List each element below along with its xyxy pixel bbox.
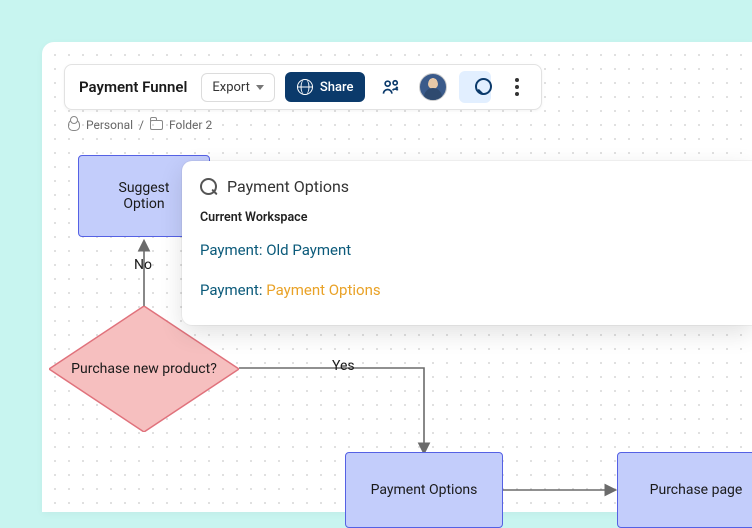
- share-button[interactable]: Share: [285, 72, 366, 102]
- person-icon: [68, 119, 80, 131]
- breadcrumb: Personal / Folder 2: [68, 118, 212, 132]
- folder-icon: [150, 120, 163, 130]
- breadcrumb-sep: /: [139, 118, 144, 132]
- decision-label: Purchase new product?: [71, 361, 217, 377]
- collaborators-icon: [381, 77, 401, 97]
- share-label: Share: [320, 80, 354, 95]
- collaborators-button[interactable]: [375, 71, 407, 103]
- avatar: [419, 73, 447, 101]
- avatar-button[interactable]: [417, 71, 449, 103]
- result-prefix: Payment:: [200, 241, 266, 259]
- result-prefix: Payment:: [200, 281, 266, 299]
- search-icon: [466, 78, 484, 96]
- breadcrumb-folder[interactable]: Folder 2: [169, 118, 212, 132]
- search-result[interactable]: Payment: Payment Options: [200, 281, 730, 299]
- more-menu-button[interactable]: [501, 71, 533, 103]
- page-title: Payment Funnel: [79, 78, 187, 96]
- edge-label-yes: Yes: [332, 358, 355, 374]
- node-payment-options[interactable]: Payment Options: [345, 452, 503, 528]
- search-result[interactable]: Payment: Old Payment: [200, 241, 730, 259]
- toolbar: Payment Funnel Export Share: [64, 64, 542, 110]
- export-button[interactable]: Export: [201, 73, 275, 102]
- search-icon: [200, 178, 217, 195]
- export-label: Export: [212, 80, 250, 95]
- more-icon: [515, 78, 519, 96]
- globe-icon: [297, 79, 313, 95]
- chevron-down-icon: [256, 85, 264, 90]
- search-panel: Current Workspace Payment: Old Payment P…: [182, 161, 752, 325]
- node-purchase-page[interactable]: Purchase page: [617, 452, 752, 528]
- canvas[interactable]: Suggest Option Purchase new product? Pay…: [42, 42, 752, 512]
- edge-label-no: No: [134, 257, 152, 273]
- result-match: Payment Options: [266, 281, 380, 299]
- search-input[interactable]: [227, 177, 730, 196]
- breadcrumb-scope[interactable]: Personal: [86, 118, 133, 132]
- search-section-label: Current Workspace: [200, 210, 730, 225]
- search-button[interactable]: [459, 71, 491, 103]
- result-text: Old Payment: [266, 241, 351, 259]
